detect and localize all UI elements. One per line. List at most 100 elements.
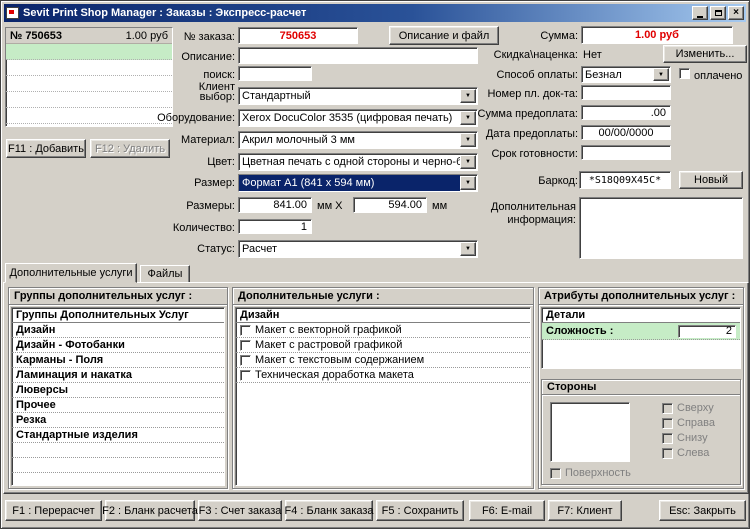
prepay-date-input[interactable]: 00/00/0000 — [581, 125, 671, 140]
dimensions-separator-label: мм X — [317, 200, 343, 212]
sum-value: 1.00 руб — [581, 26, 733, 44]
doc-number-label: Номер пл. док-та: — [487, 88, 578, 100]
service-attributes-panel-title: Атрибуты дополнительных услуг : — [539, 288, 743, 305]
maximize-button[interactable] — [710, 6, 726, 20]
calc-form-button[interactable]: F2 : Бланк расчета — [102, 500, 198, 521]
side-option[interactable]: Справа — [662, 417, 715, 429]
service-groups-panel-title: Группы дополнительных услуг : — [9, 288, 227, 305]
complexity-row[interactable]: Сложность : 2 — [542, 323, 740, 340]
dimensions-label: Размеры: — [186, 200, 235, 212]
tab-additional-services[interactable]: Дополнительные услуги — [5, 263, 137, 283]
status-dropdown-value: Расчет — [242, 243, 277, 255]
complexity-input[interactable]: 2 — [678, 324, 736, 338]
additional-services-panel-title: Дополнительные услуги : — [233, 288, 533, 305]
service-checkbox[interactable] — [240, 369, 251, 381]
surface-option-label: Поверхность — [565, 467, 631, 479]
side-option[interactable]: Сверху — [662, 402, 714, 414]
group-item[interactable]: Дизайн — [12, 323, 224, 338]
email-button[interactable]: F6: E-mail — [469, 500, 545, 521]
service-item-label: Макет с векторной графикой — [255, 324, 402, 336]
ready-date-input[interactable] — [581, 145, 671, 160]
service-item[interactable]: Макет с растровой графикой — [236, 338, 530, 353]
attribute-details-header: Детали — [542, 308, 740, 323]
sides-preview-box — [550, 402, 630, 462]
change-sum-button[interactable]: Изменить... — [663, 45, 747, 63]
color-label: Цвет: — [207, 156, 235, 168]
service-checkbox[interactable] — [240, 354, 251, 366]
width-input[interactable]: 841.00 — [238, 197, 312, 213]
service-item-label: Техническая доработка макета — [255, 369, 414, 381]
additional-services-list-header: Дизайн — [236, 308, 530, 323]
additional-info-label: Дополнительная информация: — [490, 201, 576, 226]
order-number-label: № заказа: — [183, 31, 235, 43]
service-item[interactable]: Макет с векторной графикой — [236, 323, 530, 338]
payment-method-label: Способ оплаты: — [496, 69, 579, 81]
side-option[interactable]: Слева — [662, 447, 709, 459]
doc-number-input[interactable] — [581, 85, 671, 100]
service-checkbox[interactable] — [240, 339, 251, 351]
group-item[interactable]: Дизайн - Фотобанки — [12, 338, 224, 353]
side-option[interactable]: Снизу — [662, 432, 708, 444]
client-button[interactable]: F7: Клиент — [548, 500, 622, 521]
sides-panel: Стороны Сверху Справа Снизу Слева Поверх… — [541, 379, 741, 485]
surface-option[interactable]: Поверхность — [550, 467, 631, 479]
service-item-label: Макет с текстовым содержанием — [255, 354, 425, 366]
close-button[interactable]: × — [728, 6, 744, 20]
dimensions-unit-label: мм — [432, 200, 448, 212]
minimize-button[interactable] — [692, 6, 708, 20]
side-checkbox[interactable] — [662, 447, 673, 459]
chevron-down-icon[interactable]: ▼ — [460, 242, 476, 256]
order-number-header: № 750653 — [10, 29, 63, 42]
payment-method-dropdown[interactable]: Безнал ▼ — [581, 66, 671, 83]
recalculate-button[interactable]: F1 : Перерасчет — [5, 500, 102, 521]
service-item[interactable]: Макет с текстовым содержанием — [236, 353, 530, 368]
side-checkbox[interactable] — [662, 432, 673, 444]
side-checkbox[interactable] — [662, 417, 673, 429]
discount-value: Нет — [583, 49, 602, 61]
description-label: Описание: — [181, 51, 235, 63]
group-item[interactable]: Прочее — [12, 398, 224, 413]
app-icon — [6, 7, 19, 19]
app-window: Sevit Print Shop Manager : Заказы : Эксп… — [0, 0, 750, 529]
group-item[interactable]: Стандартные изделия — [12, 428, 224, 443]
group-item[interactable]: Люверсы — [12, 383, 224, 398]
quantity-input[interactable]: 1 — [238, 219, 312, 234]
barcode-input[interactable]: *S18Q09X45C* — [579, 171, 671, 189]
additional-info-textarea[interactable] — [579, 197, 743, 259]
minimize-icon — [697, 15, 703, 18]
height-input[interactable]: 594.00 — [353, 197, 427, 213]
status-dropdown[interactable]: Расчет ▼ — [238, 240, 478, 258]
group-item[interactable]: Ламинация и накатка — [12, 368, 224, 383]
discount-label: Скидка\наценка: — [493, 49, 578, 61]
window-title: Sevit Print Shop Manager : Заказы : Эксп… — [23, 7, 307, 19]
close-window-button[interactable]: Esc: Закрыть — [659, 500, 746, 521]
additional-services-list: Дизайн Макет с векторной графикой Макет … — [235, 307, 531, 486]
new-barcode-button[interactable]: Новый — [679, 171, 743, 189]
order-form-button[interactable]: F4 : Бланк заказа — [285, 500, 373, 521]
prepay-sum-label: Сумма предоплата: — [477, 108, 578, 120]
size-label: Размер: — [194, 177, 235, 189]
material-label: Материал: — [180, 134, 235, 146]
service-checkbox[interactable] — [240, 324, 251, 336]
order-invoice-button[interactable]: F3 : Счет заказа — [198, 500, 282, 521]
prepay-sum-input[interactable]: .00 — [581, 105, 671, 120]
search-input[interactable] — [238, 66, 312, 81]
service-item[interactable]: Техническая доработка макета — [236, 368, 530, 383]
paid-checkbox-label: оплачено — [694, 70, 743, 82]
surface-checkbox[interactable] — [550, 467, 561, 479]
tab-files[interactable]: Файлы — [140, 265, 190, 283]
chevron-down-icon[interactable]: ▼ — [653, 68, 669, 81]
side-option-label: Справа — [677, 417, 715, 429]
complexity-label: Сложность : — [546, 325, 614, 337]
service-groups-list-header: Группы Дополнительных Услуг — [12, 308, 224, 323]
list-empty-row — [12, 443, 224, 458]
side-checkbox[interactable] — [662, 402, 673, 414]
paid-checkbox[interactable] — [679, 68, 690, 79]
quantity-label: Количество: — [172, 222, 235, 234]
sum-label: Сумма: — [540, 30, 578, 42]
side-option-label: Сверху — [677, 402, 714, 414]
group-item[interactable]: Резка — [12, 413, 224, 428]
list-empty-row — [12, 473, 224, 485]
save-button[interactable]: F5 : Сохранить — [376, 500, 464, 521]
group-item[interactable]: Карманы - Поля — [12, 353, 224, 368]
